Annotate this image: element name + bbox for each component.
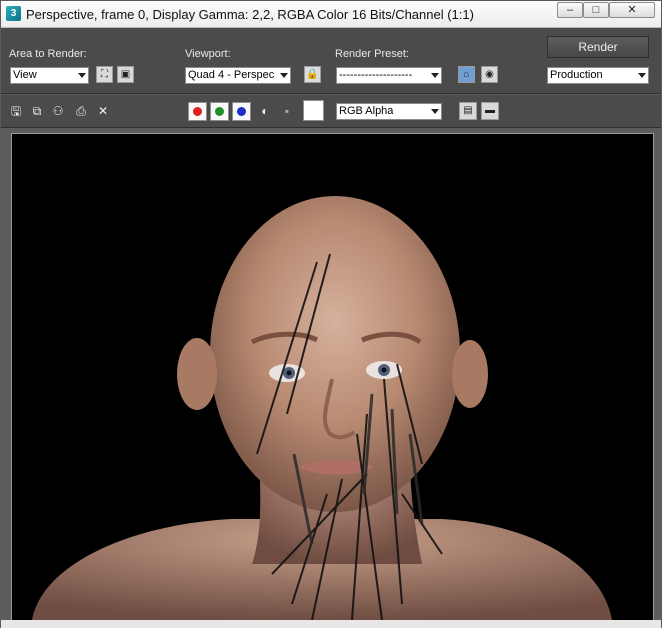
area-to-render-dropdown[interactable]: View	[10, 67, 89, 84]
dropdown-arrow-icon	[280, 73, 288, 78]
red-channel-icon	[193, 107, 202, 116]
color-swatch-icon[interactable]	[303, 100, 324, 121]
app-icon: 3	[6, 6, 21, 21]
image-toolbar: 🖫 ⧉ ⚇ ⎙ ✕ ◐ ▪ RGB Alpha ▤ ▬	[1, 95, 661, 128]
print-icon[interactable]: ⎙	[74, 104, 88, 118]
blue-channel-icon	[237, 107, 246, 116]
save-image-icon[interactable]: 🖫	[9, 104, 23, 118]
clear-icon[interactable]: ✕	[96, 104, 110, 118]
maximize-button[interactable]: □	[583, 2, 609, 18]
channel-value: RGB Alpha	[339, 105, 394, 117]
dropdown-arrow-icon	[78, 73, 86, 78]
area-to-render-label: Area to Render:	[9, 48, 87, 60]
auto-region-icon[interactable]: ▣	[117, 66, 134, 83]
copy-image-icon[interactable]: ⧉	[30, 104, 44, 118]
render-button[interactable]: Render	[547, 36, 649, 58]
render-window: 3 Perspective, frame 0, Display Gamma: 2…	[0, 0, 662, 628]
render-setup-icon[interactable]: ⌂	[458, 66, 475, 83]
edit-region-icon[interactable]: ⛶	[96, 66, 113, 83]
production-dropdown[interactable]: Production	[547, 67, 649, 84]
channel-dropdown[interactable]: RGB Alpha	[336, 103, 442, 120]
dropdown-arrow-icon	[638, 73, 646, 78]
render-preset-dropdown[interactable]: --------------------	[336, 67, 442, 84]
display-mode-icon[interactable]: ▤	[459, 102, 477, 120]
production-value: Production	[550, 69, 603, 81]
environment-effects-icon[interactable]: ◉	[481, 66, 498, 83]
dropdown-arrow-icon	[431, 109, 439, 114]
window-title: Perspective, frame 0, Display Gamma: 2,2…	[26, 7, 474, 22]
green-channel-icon	[215, 107, 224, 116]
maximize-icon: □	[592, 4, 600, 16]
viewport-label: Viewport:	[185, 48, 231, 60]
rendered-head-image	[12, 134, 653, 620]
minimize-icon: –	[566, 4, 574, 16]
dropdown-arrow-icon	[431, 73, 439, 78]
area-to-render-value: View	[13, 69, 37, 81]
frame-buffer-icon[interactable]: ▬	[481, 102, 499, 120]
alpha-channel-icon[interactable]: ◐	[258, 104, 272, 118]
blue-channel-button[interactable]	[232, 102, 251, 121]
render-settings-panel: Area to Render: View ⛶ ▣ Viewport: Quad …	[1, 28, 661, 94]
viewport-dropdown[interactable]: Quad 4 - Perspec	[185, 67, 291, 84]
clone-window-icon[interactable]: ⚇	[51, 104, 65, 118]
red-channel-button[interactable]	[188, 102, 207, 121]
close-button[interactable]: ✕	[609, 2, 655, 18]
monochrome-icon[interactable]: ▪	[280, 104, 294, 118]
lock-icon[interactable]: 🔒	[304, 66, 321, 83]
viewport-value: Quad 4 - Perspec	[188, 69, 274, 81]
title-bar[interactable]: 3 Perspective, frame 0, Display Gamma: 2…	[1, 1, 661, 28]
close-icon: ✕	[627, 4, 637, 16]
render-preset-label: Render Preset:	[335, 48, 409, 60]
minimize-button[interactable]: –	[557, 2, 583, 18]
render-viewport[interactable]	[11, 133, 654, 621]
render-preset-value: --------------------	[339, 69, 413, 81]
green-channel-button[interactable]	[210, 102, 229, 121]
